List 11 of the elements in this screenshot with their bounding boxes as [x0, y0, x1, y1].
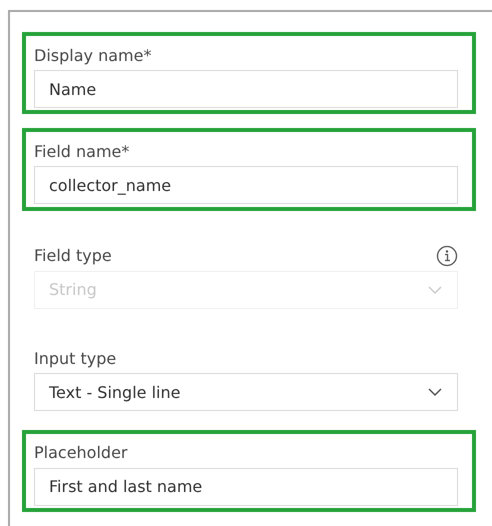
input-field[interactable]: First and last name	[34, 468, 458, 506]
chevron-down-icon	[427, 387, 443, 398]
input-field[interactable]: Name	[34, 70, 458, 108]
dropdown-field[interactable]: Text - Single line	[34, 373, 458, 412]
field-label: Display name*	[34, 46, 152, 64]
field-label: Input type	[34, 348, 116, 368]
field-label: Field type	[34, 246, 112, 266]
chevron-down-icon	[427, 284, 443, 295]
input-field[interactable]: collector_name	[34, 166, 458, 204]
field-label: Placeholder	[34, 443, 128, 462]
field-label: Field name*	[34, 142, 130, 161]
